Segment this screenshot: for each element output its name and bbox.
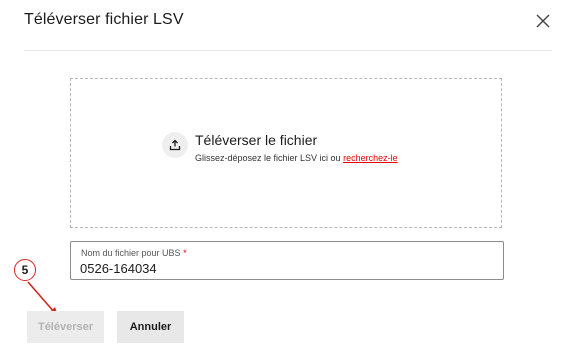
browse-link[interactable]: recherchez-le	[343, 153, 398, 163]
upload-lsv-dialog: Téléverser fichier LSV Téléverser le fic…	[0, 0, 580, 348]
close-button[interactable]	[535, 13, 551, 29]
filename-field-label: Nom du fichier pour UBS *	[81, 248, 187, 258]
header-divider	[24, 50, 552, 51]
cancel-button[interactable]: Annuler	[117, 311, 184, 343]
file-dropzone[interactable]: Téléverser le fichier Glissez-déposez le…	[70, 78, 502, 228]
filename-input[interactable]	[80, 260, 480, 276]
dropzone-hint: Glissez-déposez le fichier LSV ici ou re…	[195, 153, 398, 163]
dropzone-hint-text: Glissez-déposez le fichier LSV ici ou	[195, 153, 341, 163]
filename-field[interactable]: Nom du fichier pour UBS *	[70, 241, 504, 280]
upload-button[interactable]: Téléverser	[27, 311, 104, 343]
filename-label-text: Nom du fichier pour UBS	[81, 248, 181, 258]
dropzone-title: Téléverser le fichier	[195, 132, 318, 148]
close-icon	[536, 14, 550, 28]
upload-icon	[169, 139, 181, 151]
step-number-badge: 5	[14, 259, 36, 281]
dialog-title: Téléverser fichier LSV	[24, 11, 184, 28]
upload-button-circle[interactable]	[162, 132, 188, 158]
required-marker: *	[183, 248, 187, 258]
